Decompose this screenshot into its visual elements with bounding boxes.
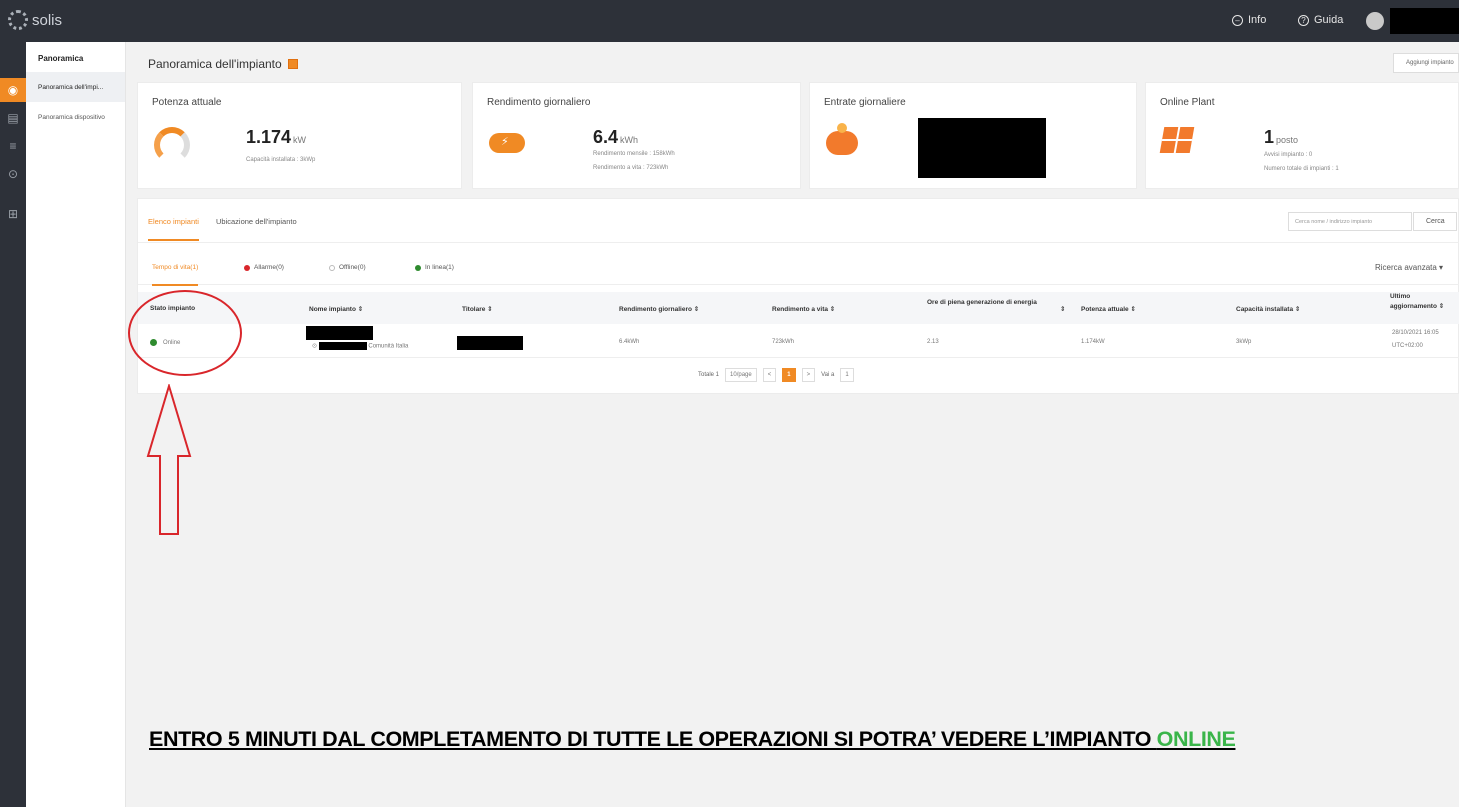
status-filters: Tempo di vita(1) Allarme(0) Offline(0) I…	[138, 255, 1459, 286]
card-sub: Capacità installata : 3kWp	[246, 157, 316, 163]
redacted-income	[918, 118, 1046, 178]
row-capacity: 3kWp	[1236, 339, 1252, 345]
th-last-update[interactable]: Ultimo aggiornamento ⇕	[1390, 292, 1458, 312]
help-icon: ?	[1298, 14, 1309, 26]
th-current-power[interactable]: Potenza attuale ⇕	[1081, 305, 1136, 313]
logo-text: solis	[32, 11, 63, 29]
card-title: Potenza attuale	[152, 97, 222, 108]
th-daily-yield[interactable]: Rendimento giornaliero ⇕	[619, 305, 699, 313]
th-owner[interactable]: Titolare ⇕	[462, 305, 493, 313]
caption-online: ONLINE	[1156, 727, 1236, 751]
rail-plant-icon[interactable]: ▤	[0, 106, 26, 130]
sidebar-heading: Panoramica	[38, 54, 84, 63]
row-full-hours: 2.13	[927, 339, 939, 345]
pager-goto-input[interactable]: 1	[840, 368, 854, 382]
rail-overview-icon[interactable]: ◉	[0, 78, 26, 102]
help-link[interactable]: ? Guida	[1298, 14, 1343, 26]
card-value: 1 posto	[1264, 127, 1299, 147]
pager-prev-button[interactable]: <	[762, 368, 777, 382]
add-plant-button[interactable]: Aggiungi impianto	[1393, 53, 1459, 73]
online-dot-icon	[415, 264, 421, 271]
logo-gear-icon	[8, 10, 28, 30]
pager-size-select[interactable]: 10/page	[725, 368, 757, 382]
card-sub-lifetime: Rendimento a vita : 723kWh	[593, 165, 669, 171]
tab-bar: Elenco impianti Ubicazione dell'impianto…	[138, 199, 1459, 243]
offline-dot-icon	[329, 264, 335, 271]
rail-list-icon[interactable]: ≡	[0, 134, 26, 158]
tab-plant-list[interactable]: Elenco impianti	[148, 217, 199, 241]
help-label: Guida	[1314, 14, 1344, 26]
card-online-plant: Online Plant 1 posto Avvisi impianto : 0 …	[1145, 82, 1459, 189]
gauge-icon	[154, 127, 190, 163]
row-updated-tz: UTC+02:00	[1392, 343, 1423, 349]
card-sub-monthly: Rendimento mensile : 158kWh	[593, 151, 675, 157]
row-lifetime-yield: 723kWh	[772, 339, 795, 345]
search-input[interactable]: Cerca nome / indirizzo impianto	[1288, 212, 1412, 231]
rail-grid-icon[interactable]: ⊞	[0, 202, 26, 226]
advanced-search-link[interactable]: Ricerca avanzata ▾	[1375, 263, 1443, 272]
th-capacity[interactable]: Capacità installata ⇕	[1236, 305, 1300, 313]
pagination: Totale 1 10/page < 1 > Vai a 1	[698, 368, 854, 382]
row-current-power: 1.174kW	[1081, 339, 1105, 345]
card-value: 6.4 kWh	[593, 127, 639, 147]
pager-total: Totale 1	[698, 372, 720, 378]
avatar[interactable]	[1366, 12, 1384, 30]
tab-plant-location[interactable]: Ubicazione dell'impianto	[216, 217, 297, 226]
th-name[interactable]: Nome impianto ⇕	[309, 305, 363, 313]
card-title: Online Plant	[1160, 97, 1215, 108]
page-title-text: Panoramica dell'impianto	[148, 57, 282, 71]
title-badge-icon	[287, 59, 298, 69]
annotation-circle	[128, 290, 242, 376]
alarm-dot-icon	[244, 264, 250, 271]
th-lifetime-yield[interactable]: Rendimento a vita ⇕	[772, 305, 835, 313]
search-button[interactable]: Cerca	[1413, 212, 1457, 231]
card-daily-income: Entrate giornaliere	[809, 82, 1137, 189]
card-title: Rendimento giornaliero	[487, 97, 591, 108]
plant-list-panel: Elenco impianti Ubicazione dell'impianto…	[137, 198, 1459, 394]
th-full-hours[interactable]: Ore di piena generazione di energia	[927, 298, 1047, 308]
table-row[interactable]: Online ⊙ Comunità Italia 6.4kWh 723kWh 2…	[138, 324, 1459, 358]
sidebar-nav: Panoramica Panoramica dell'impi... Panor…	[26, 42, 126, 807]
redacted-owner	[457, 336, 523, 350]
card-current-power: Potenza attuale 1.174 kW Capacità install…	[137, 82, 462, 189]
redacted-address	[318, 342, 367, 350]
sidebar-item-plant-overview[interactable]: Panoramica dell'impi...	[26, 72, 125, 102]
card-sub-total: Numero totale di impianti : 1	[1264, 166, 1339, 172]
pager-page-1[interactable]: 1	[782, 368, 796, 382]
solar-panel-icon	[1159, 127, 1195, 153]
filter-offline[interactable]: Offline(0)	[329, 264, 366, 271]
filter-lifetime[interactable]: Tempo di vita(1)	[152, 264, 199, 286]
card-sub-alerts: Avvisi impianto : 0	[1264, 152, 1313, 158]
card-daily-yield: Rendimento giornaliero 6.4kWh Rendimento…	[472, 82, 801, 189]
instruction-caption: ENTRO 5 MINUTI DAL COMPLETAMENTO DI TUTT…	[149, 727, 1236, 752]
info-icon: –	[1232, 14, 1243, 26]
solis-logo[interactable]: solis	[8, 10, 62, 30]
card-value: 1.174 kW	[246, 127, 307, 147]
rail-eye-icon[interactable]: ⊙	[0, 162, 26, 186]
card-title: Entrate giornaliere	[824, 97, 906, 108]
page-title: Panoramica dell'impianto	[148, 57, 298, 71]
filter-online[interactable]: In linea(1)	[415, 264, 454, 271]
pager-goto-label: Vai a	[821, 372, 835, 378]
redacted-plant-name	[306, 326, 373, 340]
info-link[interactable]: – Info	[1232, 14, 1266, 26]
row-daily-yield: 6.4kWh	[619, 339, 640, 345]
piggy-bank-icon	[826, 123, 858, 155]
annotation-arrow-icon	[146, 384, 192, 535]
info-label: Info	[1248, 14, 1267, 26]
sidebar-item-device-overview[interactable]: Panoramica dispositivo	[26, 102, 125, 132]
pager-next-button[interactable]: >	[801, 368, 816, 382]
top-bar: solis – Info ? Guida	[0, 0, 1459, 42]
row-updated-date: 28/10/2021 16:05	[1392, 330, 1439, 336]
table-header: Stato impianto Nome impianto ⇕ Titolare …	[138, 292, 1459, 324]
th-full-hours-sort-icon[interactable]: ⇕	[1060, 305, 1065, 313]
battery-icon	[489, 127, 525, 153]
row-name-sub: ⊙ Comunità Italia	[312, 342, 409, 350]
caption-text: ENTRO 5 MINUTI DAL COMPLETAMENTO DI TUTT…	[149, 727, 1157, 751]
filter-alarm[interactable]: Allarme(0)	[244, 264, 284, 271]
icon-rail: ◉ ▤ ≡ ⊙ ⊞	[0, 42, 26, 807]
redacted-username	[1390, 8, 1459, 34]
